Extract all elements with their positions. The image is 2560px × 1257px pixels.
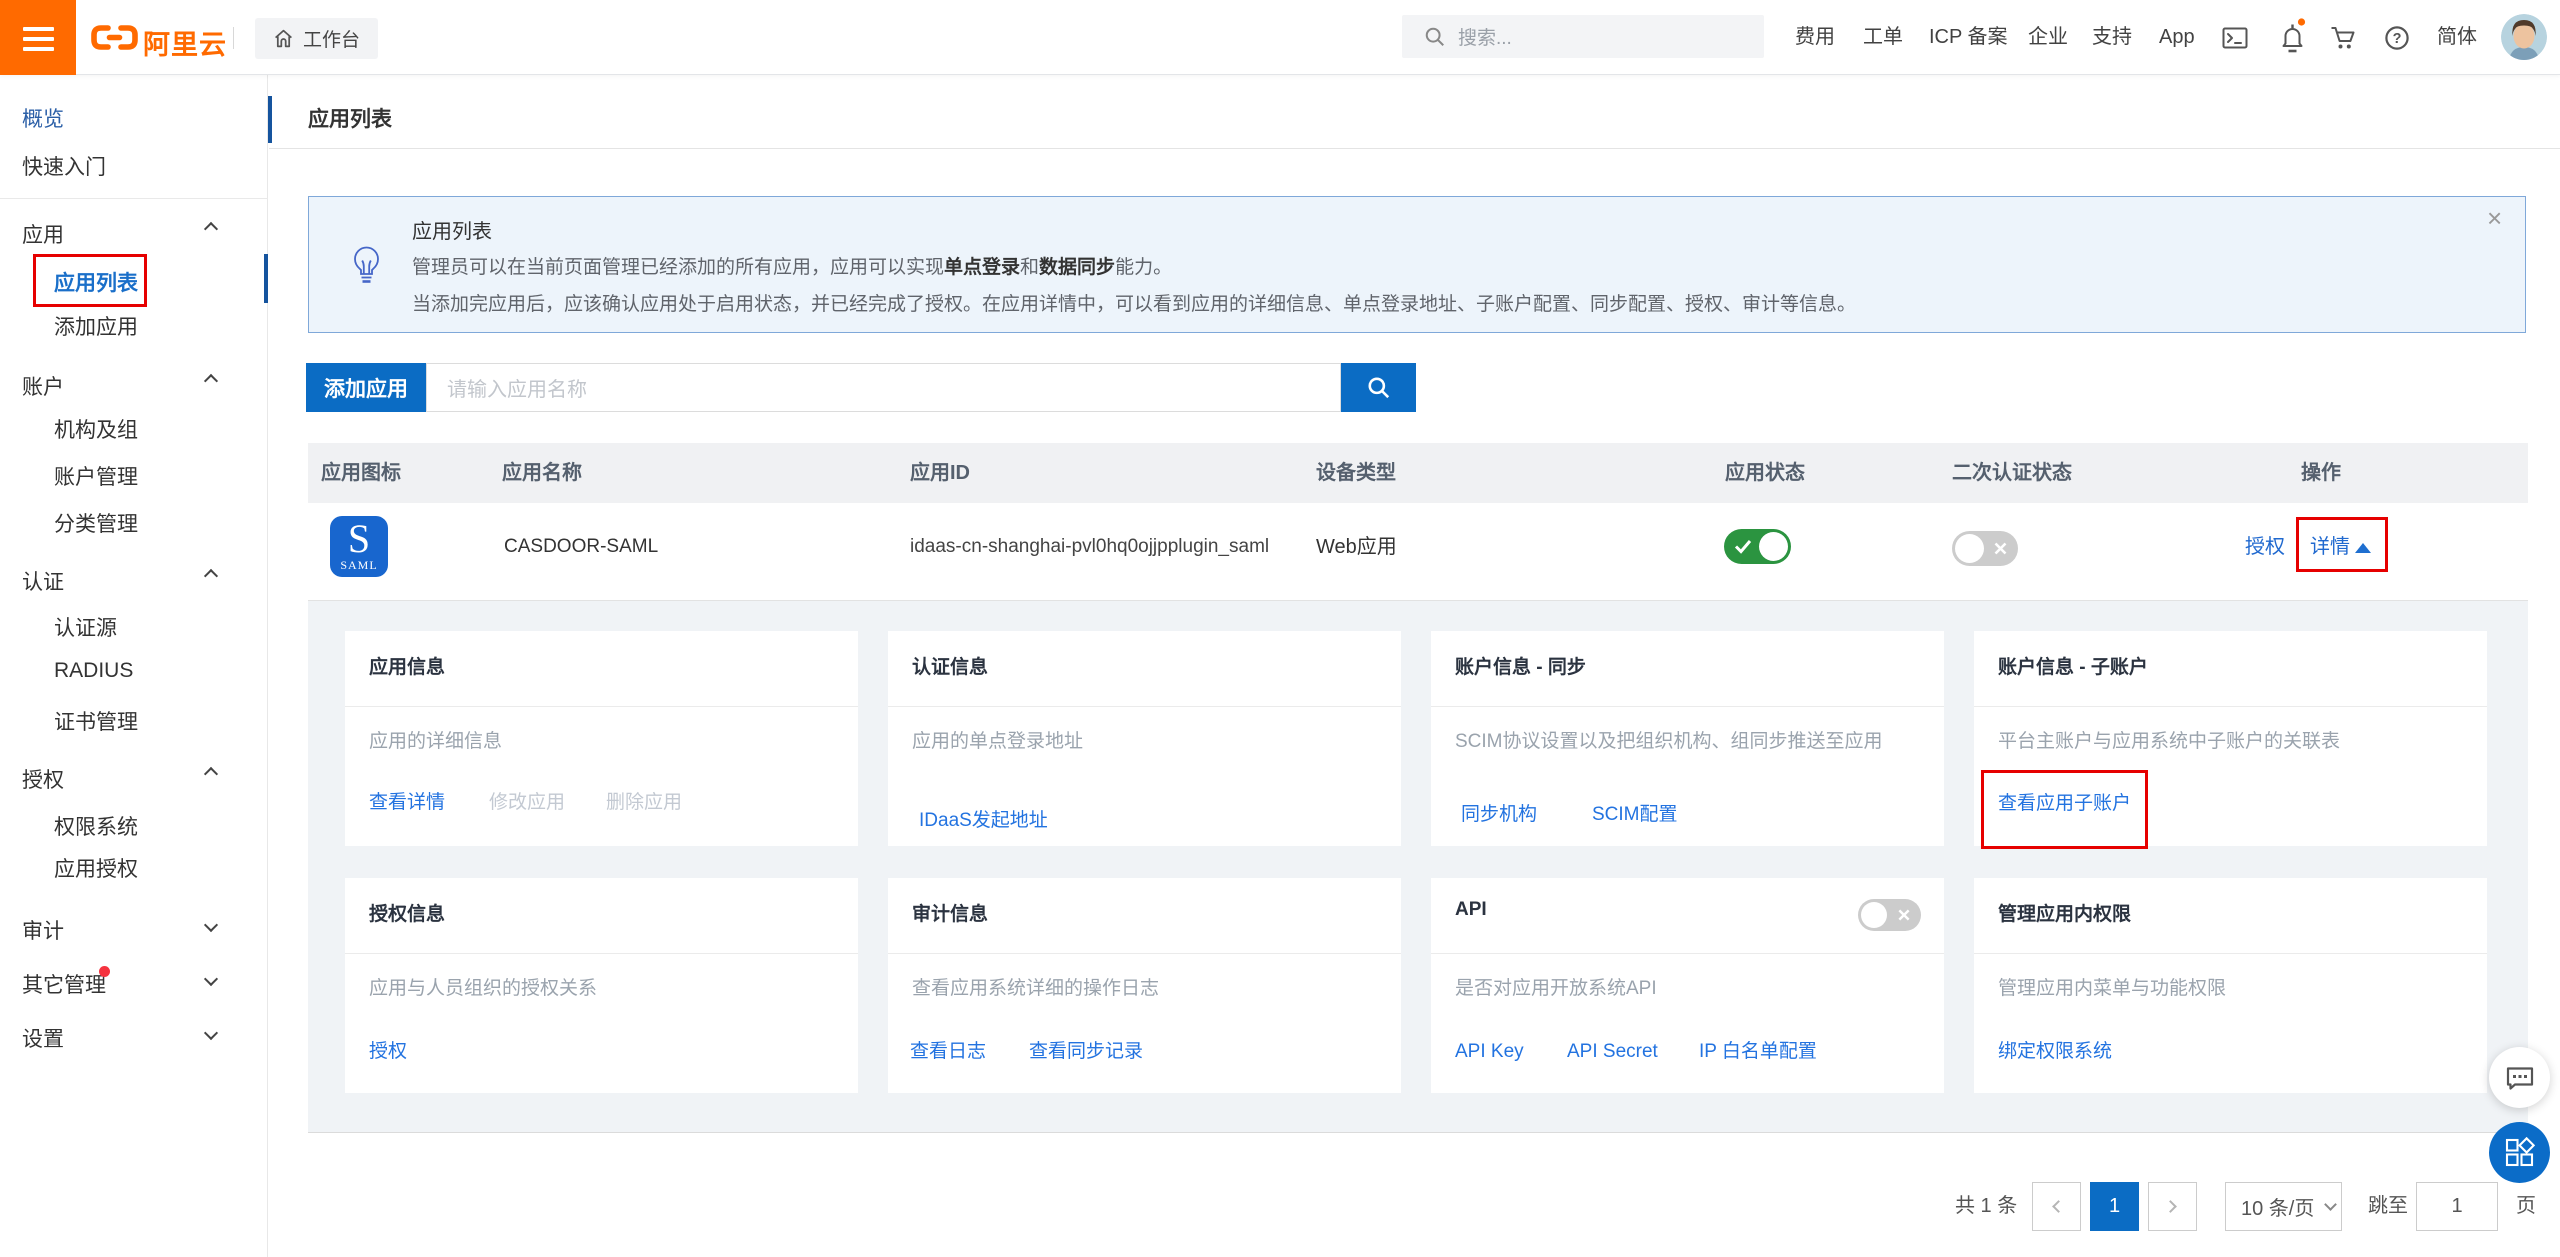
svg-text:?: ?: [2393, 31, 2402, 47]
